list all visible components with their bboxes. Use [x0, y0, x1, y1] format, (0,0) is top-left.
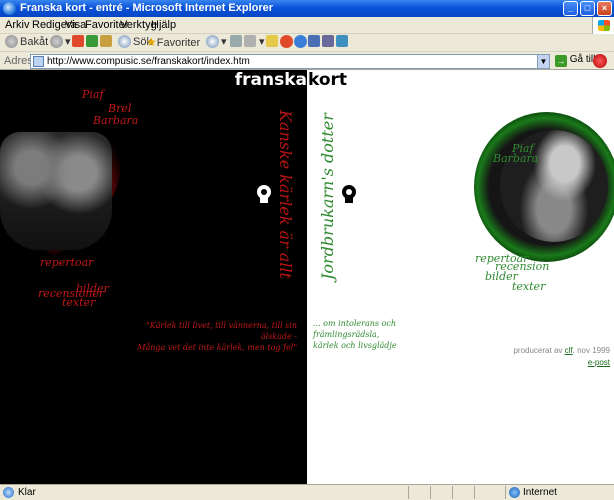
- refresh-icon: [86, 35, 98, 47]
- refresh-button[interactable]: [86, 35, 98, 51]
- address-bar: Adress http://www.compusic.se/franskakor…: [0, 52, 614, 70]
- research-button[interactable]: [322, 35, 334, 51]
- status-bar: Klar Internet: [0, 484, 614, 500]
- mail-button[interactable]: [230, 35, 242, 51]
- credits-link[interactable]: clf: [565, 346, 573, 355]
- favorites-button[interactable]: ★Favoriter: [146, 35, 200, 51]
- forward-button[interactable]: ▾: [50, 35, 71, 51]
- address-input[interactable]: http://www.compusic.se/franskakort/index…: [30, 54, 550, 69]
- windows-flag-icon: [598, 20, 610, 31]
- go-button[interactable]: → Gå till: [555, 54, 595, 67]
- discuss-icon: [280, 35, 293, 48]
- tools-icon: [336, 35, 348, 47]
- maximize-button[interactable]: □: [580, 1, 595, 16]
- status-text: Klar: [18, 487, 36, 498]
- internet-zone-icon: [509, 487, 520, 498]
- site-title-right: kort: [308, 70, 348, 90]
- address-dropdown-icon[interactable]: ▼: [537, 55, 549, 68]
- left-name-piaf[interactable]: Piaf: [82, 88, 104, 101]
- security-zone: Internet: [523, 487, 557, 498]
- home-button[interactable]: [100, 35, 112, 51]
- search-icon: [118, 35, 131, 48]
- right-pane: kort Jordbrukarn's dotter ... om intoler…: [307, 70, 614, 484]
- media-icon: [308, 35, 320, 47]
- address-url: http://www.compusic.se/franskakort/index…: [47, 56, 250, 67]
- windows-logo: [592, 17, 614, 34]
- print-button[interactable]: ▾: [244, 35, 265, 51]
- left-pane: Piaf Brel Barbara repertoar bilder recen…: [0, 70, 307, 484]
- close-button[interactable]: ×: [597, 1, 612, 16]
- media-button[interactable]: [308, 35, 320, 51]
- tools-button[interactable]: [336, 35, 348, 51]
- site-title-left: franska: [234, 70, 307, 90]
- menu-hjalp[interactable]: Hjälp: [151, 19, 176, 31]
- history-icon: [206, 35, 219, 48]
- star-icon: ★: [146, 35, 157, 49]
- menu-bar: Arkiv Redigera Visa Favoriter Verktyg Hj…: [0, 17, 614, 34]
- home-icon: [100, 35, 112, 47]
- window-title: Franska kort - entré - Microsoft Interne…: [20, 2, 274, 14]
- mail-icon: [230, 35, 242, 47]
- page-status-icon: [3, 487, 14, 498]
- right-name-barbara[interactable]: Barbara: [493, 152, 538, 165]
- menu-visa[interactable]: Visa: [65, 19, 86, 31]
- artist-photo-left: [0, 132, 112, 250]
- title-bar: Franska kort - entré - Microsoft Interne…: [0, 0, 614, 17]
- menu-arkiv[interactable]: Arkiv: [5, 19, 29, 31]
- ie-logo-icon: [3, 2, 16, 15]
- history-button[interactable]: ▾: [206, 35, 227, 51]
- keyhole-right-icon[interactable]: [342, 185, 356, 207]
- messenger-button[interactable]: [294, 35, 309, 51]
- back-button[interactable]: Bakåt ▾: [5, 35, 57, 51]
- messenger-icon: [294, 35, 307, 48]
- stop-button[interactable]: [72, 35, 84, 51]
- discuss-button[interactable]: [280, 35, 295, 51]
- left-nav-repertoar[interactable]: repertoar: [40, 256, 93, 269]
- edit-icon: [266, 35, 278, 47]
- back-arrow-icon: [5, 35, 18, 48]
- left-vertical-title[interactable]: Kanske kärlek är allt: [276, 110, 295, 279]
- go-arrow-icon: →: [555, 55, 567, 67]
- print-icon: [244, 35, 256, 47]
- minimize-button[interactable]: _: [563, 1, 578, 16]
- left-quote: "Kärlek till livet, till vännerna, till …: [137, 321, 297, 352]
- page-icon: [33, 56, 44, 67]
- left-name-barbara[interactable]: Barbara: [93, 114, 138, 127]
- credits: producerat av clf, nov 1999: [513, 346, 610, 355]
- keyhole-left-icon[interactable]: [257, 185, 271, 207]
- edit-button[interactable]: [266, 35, 278, 51]
- toolbar: Bakåt ▾ ▾ Sök ★Favoriter ▾ ▾: [0, 34, 614, 52]
- left-nav-texter[interactable]: texter: [62, 296, 95, 309]
- stop-page-icon[interactable]: [593, 54, 607, 68]
- stop-icon: [72, 35, 84, 47]
- right-vertical-title[interactable]: Jordbrukarn's dotter: [318, 113, 337, 280]
- right-nav-texter[interactable]: texter: [512, 280, 545, 293]
- page-content: Piaf Brel Barbara repertoar bilder recen…: [0, 70, 614, 484]
- right-quote: ... om intolerans och främlingsrädsla, k…: [313, 319, 397, 350]
- research-icon: [322, 35, 334, 47]
- forward-arrow-icon: [50, 35, 63, 48]
- email-link[interactable]: e-post: [588, 358, 610, 367]
